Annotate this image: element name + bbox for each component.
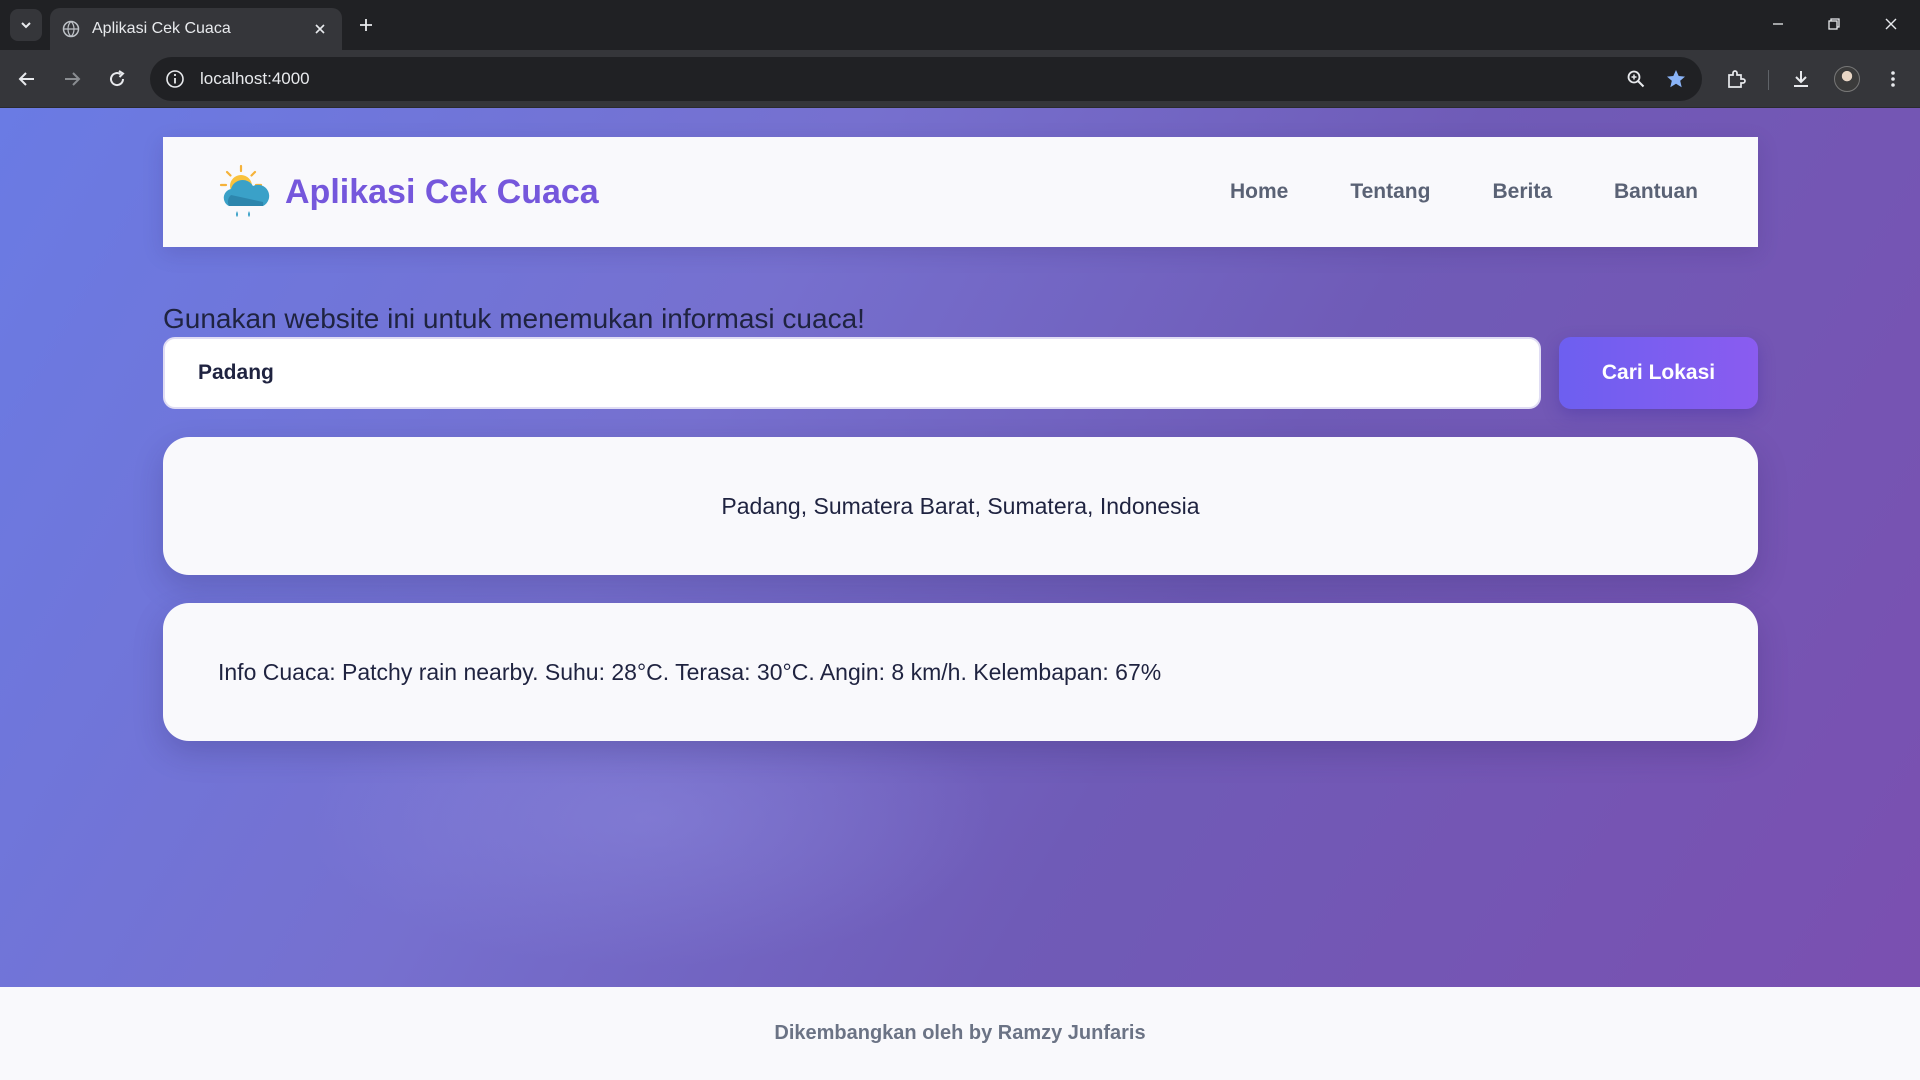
page-viewport: Aplikasi Cek Cuaca Home Tentang Berita B… (0, 108, 1920, 1080)
bookmark-star-icon[interactable] (1662, 65, 1690, 93)
nav-bantuan[interactable]: Bantuan (1614, 180, 1698, 204)
profile-avatar[interactable] (1834, 66, 1860, 92)
weather-result-card: Info Cuaca: Patchy rain nearby. Suhu: 28… (163, 603, 1758, 741)
location-search-input[interactable] (163, 337, 1541, 409)
arrow-right-icon (65, 72, 81, 86)
intro-text: Gunakan website ini untuk menemukan info… (163, 303, 865, 334)
location-text: Padang, Sumatera Barat, Sumatera, Indone… (721, 492, 1200, 519)
toolbar-divider (1768, 70, 1769, 90)
chevron-down-icon (21, 22, 31, 29)
sun-cloud-rain-icon (219, 164, 270, 217)
downloads-button[interactable] (1787, 65, 1815, 93)
restore-icon (1828, 18, 1840, 30)
plus-icon (360, 19, 372, 31)
puzzle-icon (1728, 70, 1746, 88)
browser-tab-strip: Aplikasi Cek Cuaca (0, 0, 1920, 50)
search-location-button[interactable]: Cari Lokasi (1559, 337, 1758, 409)
site-footer: Dikembangkan oleh by Ramzy Junfaris (0, 987, 1920, 1080)
kebab-menu-icon (1891, 71, 1895, 87)
new-tab-button[interactable] (354, 13, 378, 37)
browser-toolbar: localhost:4000 (0, 50, 1920, 108)
tab-title: Aplikasi Cek Cuaca (92, 20, 231, 37)
forward-button[interactable] (58, 65, 86, 93)
reload-button[interactable] (103, 65, 131, 93)
main-nav: Home Tentang Berita Bantuan (1168, 137, 1698, 247)
arrow-left-icon (18, 72, 34, 86)
address-bar[interactable]: localhost:4000 (150, 57, 1702, 101)
site-info-icon[interactable] (164, 68, 186, 90)
browser-menu-button[interactable] (1879, 65, 1907, 93)
restore-button[interactable] (1822, 12, 1846, 36)
download-icon (1794, 71, 1808, 87)
minimize-icon (1773, 23, 1783, 25)
browser-tab[interactable]: Aplikasi Cek Cuaca (50, 8, 342, 50)
minimize-button[interactable] (1766, 12, 1790, 36)
globe-icon (62, 20, 80, 38)
extensions-button[interactable] (1722, 65, 1750, 93)
reload-icon (110, 70, 125, 87)
nav-berita[interactable]: Berita (1492, 180, 1552, 204)
tab-search-button[interactable] (10, 9, 42, 41)
location-result-card: Padang, Sumatera Barat, Sumatera, Indone… (163, 437, 1758, 575)
tab-close-button[interactable] (310, 19, 330, 39)
footer-credit: Dikembangkan oleh by Ramzy Junfaris (774, 1022, 1146, 1044)
close-icon (315, 24, 325, 34)
close-window-button[interactable] (1879, 12, 1903, 36)
weather-info-text: Info Cuaca: Patchy rain nearby. Suhu: 28… (218, 658, 1162, 685)
nav-tentang[interactable]: Tentang (1350, 180, 1430, 204)
app-title[interactable]: Aplikasi Cek Cuaca (285, 173, 599, 212)
back-button[interactable] (13, 65, 41, 93)
zoom-icon[interactable] (1622, 65, 1650, 93)
close-icon (1885, 18, 1897, 30)
url-text[interactable]: localhost:4000 (200, 69, 1622, 89)
site-header: Aplikasi Cek Cuaca Home Tentang Berita B… (163, 137, 1758, 247)
nav-home[interactable]: Home (1230, 180, 1288, 204)
